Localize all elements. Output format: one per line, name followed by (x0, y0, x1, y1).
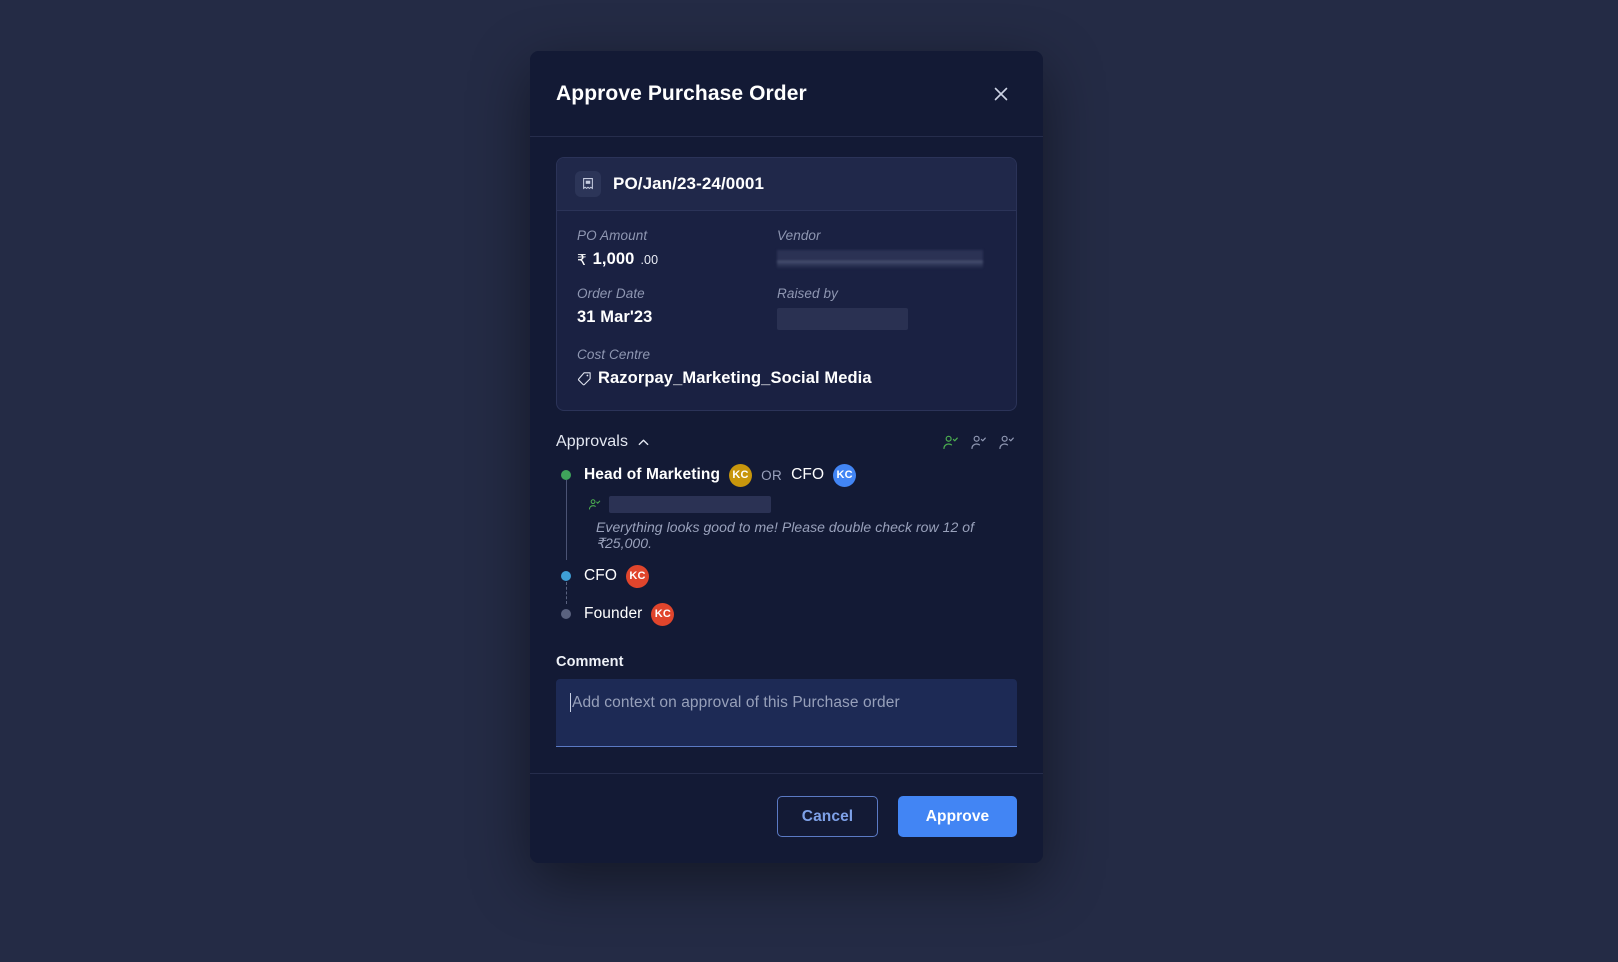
po-amount-field: PO Amount ₹1,000 .00 (577, 228, 777, 269)
avatar[interactable]: KC (833, 463, 857, 487)
receipt-document-icon (575, 171, 601, 197)
page-title: Approve Purchase Order (556, 81, 807, 105)
raised-by-value-redacted (777, 308, 908, 330)
cost-centre-value-row: Razorpay_Marketing_Social Media (577, 369, 998, 388)
po-amount-label: PO Amount (577, 228, 648, 243)
timeline-connector-solid (565, 480, 567, 560)
role-label-cfo-alt: CFO (791, 466, 825, 483)
user-check-icon-approved[interactable] (942, 434, 959, 451)
po-amount-value: ₹1,000 .00 (577, 250, 777, 269)
approved-by-line (588, 496, 1017, 513)
status-dot-approved (561, 470, 571, 480)
user-check-icon (588, 498, 601, 511)
vendor-value-redacted (777, 250, 983, 269)
approval-role-row: Head of Marketing KC OR CFO KC (584, 463, 1017, 487)
close-icon[interactable] (987, 80, 1015, 108)
role-label-founder: Founder (584, 605, 643, 622)
vendor-field: Vendor (777, 228, 998, 269)
user-check-icon-pending[interactable] (970, 434, 987, 451)
role-label-cfo: CFO (584, 567, 618, 584)
role-separator: OR (761, 467, 783, 483)
approvals-timeline: Head of Marketing KC OR CFO KC Everythin… (556, 463, 1017, 626)
approvals-title-label: Approvals (556, 433, 629, 450)
raised-by-label: Raised by (777, 286, 838, 301)
role-label-head-of-marketing: Head of Marketing (584, 466, 721, 483)
approve-purchase-order-modal: Approve Purchase Order PO/Jan/23-24/0001 (530, 51, 1043, 863)
raised-by-field: Raised by (777, 286, 998, 330)
approver-status-icons (942, 434, 1015, 451)
avatar[interactable]: KC (651, 602, 675, 626)
order-date-label: Order Date (577, 286, 645, 301)
cost-centre-value: Razorpay_Marketing_Social Media (598, 369, 872, 387)
approvals-toggle[interactable]: Approvals (556, 433, 650, 451)
po-number: PO/Jan/23-24/0001 (613, 174, 765, 193)
tag-icon (577, 371, 592, 386)
comment-placeholder: Add context on approval of this Purchase… (572, 694, 900, 711)
approval-role-row: Founder KC (584, 602, 675, 626)
approve-button[interactable]: Approve (898, 796, 1017, 837)
approval-step-approved: Head of Marketing KC OR CFO KC Everythin… (556, 463, 1017, 560)
modal-body: PO/Jan/23-24/0001 PO Amount ₹1,000 .00 Ve… (530, 137, 1043, 773)
timeline-connector-dashed (565, 582, 567, 604)
po-amount-decimals: .00 (640, 252, 659, 267)
po-summary-card: PO/Jan/23-24/0001 PO Amount ₹1,000 .00 Ve… (556, 157, 1017, 411)
po-card-header: PO/Jan/23-24/0001 (557, 158, 1016, 211)
avatar[interactable]: KC (729, 463, 753, 487)
modal-header: Approve Purchase Order (530, 51, 1043, 137)
rupee-symbol: ₹ (577, 251, 587, 269)
order-date-value: 31 Mar'23 (577, 308, 653, 326)
cost-centre-label: Cost Centre (577, 347, 651, 362)
status-dot-current (561, 571, 571, 581)
chevron-up-icon (637, 436, 650, 449)
comment-input[interactable]: Add context on approval of this Purchase… (556, 679, 1017, 747)
modal-footer: Cancel Approve (530, 773, 1043, 863)
avatar[interactable]: KC (626, 564, 650, 588)
comment-label: Comment (556, 654, 624, 670)
cancel-button[interactable]: Cancel (777, 796, 878, 837)
vendor-label: Vendor (777, 228, 821, 243)
approval-step-upcoming: Founder KC (556, 602, 1017, 626)
approval-role-row: CFO KC (584, 564, 650, 588)
cost-centre-field: Cost Centre Razorpay_Marketing_Social Me… (577, 347, 998, 388)
approvals-header: Approvals (556, 433, 1017, 451)
text-caret (570, 693, 571, 712)
approved-by-name-redacted (609, 496, 771, 513)
approval-step-current: CFO KC (556, 564, 1017, 604)
approval-comment-text: Everything looks good to me! Please doub… (596, 519, 975, 551)
order-date-field: Order Date 31 Mar'23 (577, 286, 777, 330)
status-dot-upcoming (561, 609, 571, 619)
user-check-icon-upcoming[interactable] (998, 434, 1015, 451)
po-card-body: PO Amount ₹1,000 .00 Vendor Order Date 31… (557, 211, 1016, 410)
po-amount-number: 1,000 (592, 250, 635, 268)
